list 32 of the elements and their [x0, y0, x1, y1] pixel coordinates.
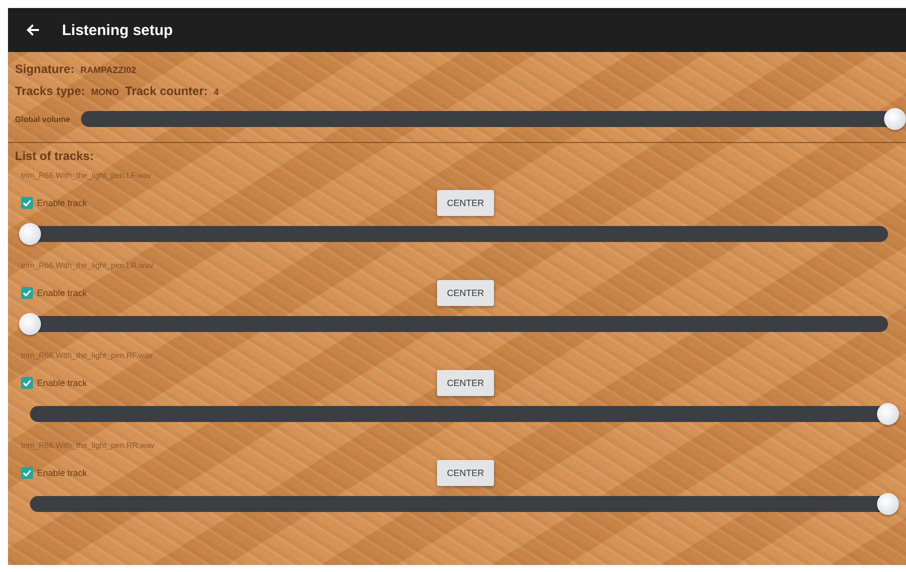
- slider-thumb[interactable]: [884, 108, 906, 130]
- slider-thumb[interactable]: [877, 493, 899, 515]
- slider-thumb[interactable]: [19, 313, 41, 335]
- track-counter-value: 4: [214, 87, 219, 97]
- enable-checkbox[interactable]: [21, 467, 33, 479]
- track-file-name: trim_R66.With_the_light_pen.LF.wav: [21, 171, 152, 182]
- enable-track-label: Enable track: [37, 198, 88, 208]
- enable-checkbox[interactable]: [21, 377, 33, 389]
- enable-checkbox[interactable]: [21, 287, 33, 299]
- signature-label: Signature:: [15, 62, 74, 76]
- track-file-name: trim_R66.With_the_light_pen.LR.wav: [21, 261, 154, 272]
- enable-track-label: Enable track: [37, 288, 88, 298]
- track-file-name: trim_R66.With_the_light_pen.RF.wav: [21, 351, 154, 362]
- enable-track-label: Enable track: [37, 378, 88, 388]
- signature-value: RAMPAZZI02: [80, 65, 136, 75]
- track-file-name: trim_R66.With_the_light_pen.RR.wav: [21, 441, 156, 452]
- list-heading: List of tracks:: [15, 149, 95, 163]
- tracks-type-label: Tracks type:: [15, 84, 86, 98]
- screen-title: Listening setup: [62, 22, 173, 38]
- enable-track-label: Enable track: [37, 468, 88, 478]
- center-button[interactable]: CENTER: [437, 370, 494, 396]
- center-button[interactable]: CENTER: [437, 460, 494, 486]
- back-button[interactable]: [26, 23, 40, 37]
- center-button[interactable]: CENTER: [437, 280, 494, 306]
- center-button[interactable]: CENTER: [437, 190, 494, 216]
- back-arrow-icon: [26, 23, 40, 37]
- enable-checkbox[interactable]: [21, 197, 33, 209]
- global-volume-label: Global volume: [15, 114, 70, 124]
- track-counter-label: Track counter:: [125, 84, 208, 98]
- slider-thumb[interactable]: [877, 403, 899, 425]
- slider-thumb[interactable]: [19, 223, 41, 245]
- tracks-type-value: MONO: [91, 87, 120, 97]
